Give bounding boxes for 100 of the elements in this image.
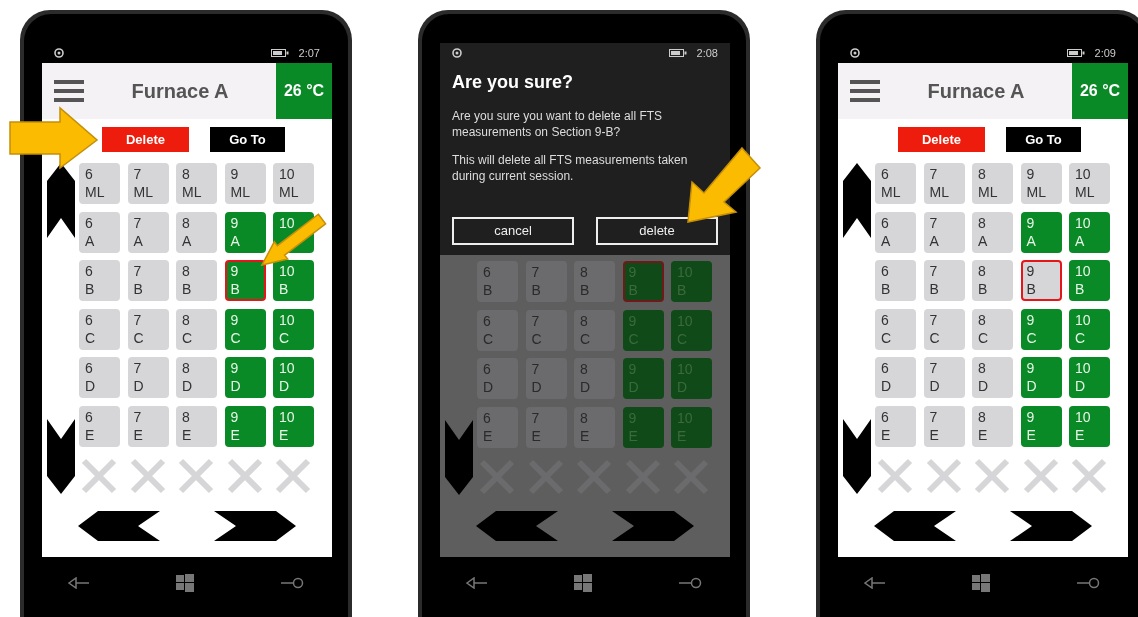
delete-button[interactable]: Delete	[898, 127, 985, 152]
scroll-down-icon[interactable]	[842, 419, 871, 494]
section-tile[interactable]: 10 ML	[1069, 163, 1110, 204]
search-icon[interactable]	[280, 577, 304, 589]
section-tile[interactable]: 9 C	[1020, 308, 1062, 350]
section-tile[interactable]: 7 ML	[127, 163, 169, 204]
section-tile[interactable]: 8 E	[972, 405, 1013, 447]
section-tile[interactable]: 8 ML	[972, 163, 1013, 204]
section-tile[interactable]: 9 ML	[1020, 163, 1062, 204]
section-tile[interactable]: 10 D	[1069, 357, 1110, 398]
section-tile[interactable]: 7 D	[127, 357, 169, 398]
temperature-badge: 26 °C	[1072, 63, 1128, 119]
section-tile[interactable]: 9 B	[1020, 260, 1062, 301]
cross-icon	[129, 458, 166, 494]
section-tile[interactable]: 9 C	[224, 308, 266, 350]
screen-title: Furnace A	[130, 79, 230, 104]
section-tile[interactable]: 8 B	[176, 260, 217, 301]
section-tile[interactable]: 8 ML	[176, 163, 217, 204]
section-tile[interactable]: 7 ML	[923, 163, 965, 204]
section-tile[interactable]: 7 B	[923, 260, 965, 301]
back-icon[interactable]	[466, 577, 488, 589]
windows-icon[interactable]	[972, 574, 990, 592]
screen-title: Furnace A	[926, 79, 1026, 104]
section-tile[interactable]: 6 E	[875, 405, 916, 447]
status-icon	[452, 48, 462, 58]
battery-icon	[270, 49, 289, 57]
section-tile[interactable]: 7 D	[923, 357, 965, 398]
dialog-button[interactable]: delete	[596, 217, 718, 245]
section-tile[interactable]: 6 D	[875, 357, 916, 398]
scroll-up-icon[interactable]	[46, 163, 75, 238]
section-tile[interactable]: 6 B	[875, 260, 916, 301]
section-tile[interactable]: 8 C	[972, 308, 1013, 350]
windows-icon[interactable]	[176, 574, 194, 592]
section-tile[interactable]: 10 B	[1069, 260, 1110, 301]
search-icon[interactable]	[678, 577, 702, 589]
goto-button[interactable]: Go To	[210, 127, 285, 152]
status-time: 2:07	[298, 45, 320, 61]
section-tile[interactable]: 9 ML	[224, 163, 266, 204]
dialog-title: Are you sure?	[452, 71, 575, 94]
cross-icon	[275, 458, 311, 494]
back-icon[interactable]	[68, 577, 90, 589]
section-tile[interactable]: 6 D	[79, 357, 120, 398]
section-tile[interactable]: 10 C	[273, 308, 314, 350]
section-tile[interactable]: 7 A	[923, 211, 965, 253]
section-tile[interactable]: 10 D	[273, 357, 314, 398]
section-tile[interactable]: 6 C	[875, 308, 916, 350]
section-tile[interactable]: 7 E	[923, 405, 965, 447]
section-tile[interactable]: 9 E	[224, 405, 266, 447]
section-tile[interactable]: 6 A	[875, 211, 916, 253]
section-tile[interactable]: 7 C	[923, 308, 965, 350]
section-tile[interactable]: 8 C	[176, 308, 217, 350]
section-tile[interactable]: 10 E	[1069, 405, 1110, 447]
dialog-button[interactable]: cancel	[452, 217, 574, 245]
section-tile[interactable]: 10 C	[1069, 308, 1110, 350]
section-tile[interactable]: 9 D	[1020, 357, 1062, 398]
section-tile[interactable]: 10 A	[1069, 211, 1110, 253]
section-tile[interactable]: 6 ML	[79, 163, 120, 204]
menu-icon[interactable]	[54, 80, 84, 102]
section-tile[interactable]: 8 A	[972, 211, 1013, 253]
scroll-up-icon[interactable]	[842, 163, 871, 238]
temperature-badge: 26 °C	[276, 63, 332, 119]
menu-icon[interactable]	[850, 80, 880, 102]
section-tile[interactable]: 9 B	[224, 260, 266, 301]
section-tile[interactable]: 7 B	[127, 260, 169, 301]
section-tile[interactable]: 6 E	[79, 405, 120, 447]
windows-icon[interactable]	[574, 574, 592, 592]
goto-button[interactable]: Go To	[1006, 127, 1081, 152]
status-icon	[850, 48, 860, 58]
section-tile[interactable]: 7 C	[127, 308, 169, 350]
cross-icon	[81, 458, 117, 494]
section-tile[interactable]: 9 A	[224, 211, 266, 253]
delete-button[interactable]: Delete	[102, 127, 189, 152]
section-tile[interactable]: 9 D	[224, 357, 266, 398]
next-icon[interactable]	[214, 511, 296, 541]
battery-icon	[668, 49, 687, 57]
section-tile[interactable]: 7 E	[127, 405, 169, 447]
section-tile[interactable]: 8 E	[176, 405, 217, 447]
section-tile[interactable]: 9 E	[1020, 405, 1062, 447]
section-tile[interactable]: 7 A	[127, 211, 169, 253]
section-tile[interactable]: 8 D	[176, 357, 217, 398]
section-tile[interactable]: 10 E	[273, 405, 314, 447]
section-tile[interactable]: 6 A	[79, 211, 120, 253]
section-tile[interactable]: 6 ML	[875, 163, 916, 204]
section-tile[interactable]: 8 A	[176, 211, 217, 253]
back-icon[interactable]	[864, 577, 886, 589]
previous-icon[interactable]	[78, 511, 160, 541]
section-tile[interactable]: 10 B	[273, 260, 314, 301]
section-tile[interactable]: 8 B	[972, 260, 1013, 301]
section-tile[interactable]: 10 ML	[273, 163, 314, 204]
section-tile[interactable]: 9 A	[1020, 211, 1062, 253]
previous-icon[interactable]	[874, 511, 956, 541]
search-icon[interactable]	[1076, 577, 1100, 589]
section-tile[interactable]: 6 C	[79, 308, 120, 350]
dialog-message: Are you sure you want to delete all FTS measurements on Section 9-B?	[452, 108, 664, 140]
dialog-message: This will delete all FTS measurements taken during current session.	[452, 152, 689, 184]
next-icon[interactable]	[1010, 511, 1092, 541]
section-tile[interactable]: 8 D	[972, 357, 1013, 398]
cross-icon	[178, 458, 214, 494]
section-tile[interactable]: 6 B	[79, 260, 120, 301]
scroll-down-icon[interactable]	[46, 419, 75, 494]
